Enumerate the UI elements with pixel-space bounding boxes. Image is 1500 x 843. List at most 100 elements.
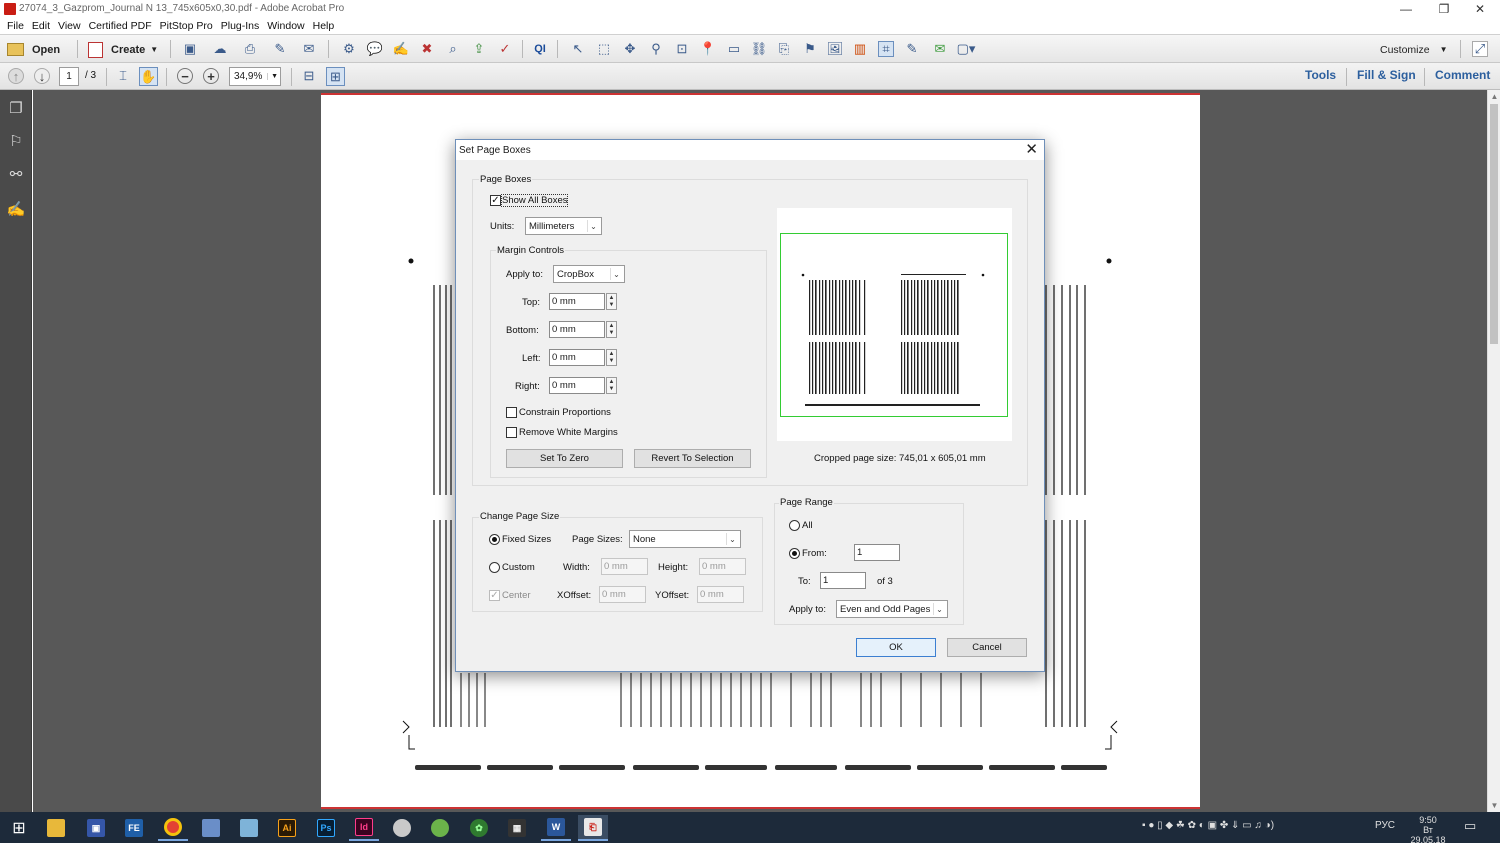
customize-button[interactable]: Customize ▼	[1380, 40, 1448, 59]
email-icon[interactable]: ✉	[301, 41, 317, 57]
comment-pane-link[interactable]: Comment	[1435, 68, 1490, 82]
set-to-zero-button[interactable]: Set To Zero	[506, 449, 623, 468]
book-app-icon[interactable]	[234, 815, 264, 841]
file-explorer-icon[interactable]	[41, 815, 71, 841]
from-radio[interactable]	[789, 548, 800, 559]
language-indicator[interactable]: РУС	[1375, 820, 1395, 831]
show-all-boxes-label[interactable]: Show All Boxes	[500, 194, 569, 207]
scroll-down-icon[interactable]: ▼	[1488, 799, 1500, 812]
indesign-icon[interactable]: Id	[349, 815, 379, 841]
tray-icons[interactable]: ▪ ● ▯ ◆ ☘ ✿ ◐ ▣ ✤ ⇓ ▭ ♫ ◑)	[1142, 820, 1274, 831]
left-margin-spinner[interactable]: ▲ ▼	[606, 349, 617, 366]
certify-icon[interactable]: ✓	[497, 41, 513, 57]
menu-certified-pdf[interactable]: Certified PDF	[85, 20, 156, 32]
select-tool-icon[interactable]: ⌶	[115, 68, 131, 84]
fill-sign-pane-link[interactable]: Fill & Sign	[1357, 68, 1416, 82]
menu-view[interactable]: View	[54, 20, 85, 32]
scrollbar-thumb[interactable]	[1490, 104, 1498, 344]
from-label[interactable]: From:	[802, 548, 827, 559]
move-icon[interactable]: ✥	[622, 41, 638, 57]
zoom-out-icon[interactable]: −	[177, 68, 193, 84]
gear-icon[interactable]: ⚙	[341, 41, 357, 57]
color-bars-icon[interactable]: ▥	[852, 41, 868, 57]
signatures-icon[interactable]: ✍	[7, 200, 26, 218]
bottom-margin-input[interactable]: 0 mm	[549, 321, 605, 338]
marquee-icon[interactable]: ⬚	[596, 41, 612, 57]
page-number-input[interactable]: 1	[59, 67, 79, 86]
select-arrow-icon[interactable]: ↖	[570, 41, 586, 57]
previous-page-icon[interactable]: ↑	[8, 68, 24, 84]
top-margin-input[interactable]: 0 mm	[549, 293, 605, 310]
word-icon[interactable]: W	[541, 815, 571, 841]
green-app-icon[interactable]	[425, 815, 455, 841]
comment-icon[interactable]: 💬	[367, 41, 383, 57]
fixed-sizes-radio[interactable]	[489, 534, 500, 545]
crop-pages-icon[interactable]: ⌗	[878, 41, 894, 57]
custom-label[interactable]: Custom	[502, 562, 535, 573]
save-icon[interactable]: ▣	[182, 41, 198, 57]
scroll-up-icon[interactable]: ▲	[1488, 90, 1500, 103]
quite-imposing-icon[interactable]: QI	[532, 41, 548, 57]
to-page-input[interactable]: 1	[820, 572, 866, 589]
menu-plug-ins[interactable]: Plug-Ins	[217, 20, 264, 32]
mascot-app-icon[interactable]	[387, 815, 417, 841]
remove-icon[interactable]: ✖	[419, 41, 435, 57]
close-window-button[interactable]: ✕	[1460, 0, 1500, 17]
width-input[interactable]: 0 mm	[601, 558, 648, 575]
scroll-mode-icon[interactable]: ⊞	[326, 67, 345, 86]
link-icon[interactable]: ⛓	[751, 41, 768, 57]
chrome-icon[interactable]	[158, 815, 188, 841]
bookmarks-icon[interactable]: ⚐	[7, 132, 25, 150]
print-icon[interactable]: ⎙	[242, 41, 258, 57]
minimize-button[interactable]: —	[1386, 0, 1426, 17]
range-apply-to-select[interactable]: Even and Odd Pages ⌄	[836, 600, 948, 618]
dropdown-tool-icon[interactable]: ▢▾	[957, 41, 976, 57]
from-page-input[interactable]: 1	[854, 544, 900, 561]
custom-radio[interactable]	[489, 562, 500, 573]
cancel-button[interactable]: Cancel	[947, 638, 1027, 657]
next-page-icon[interactable]: ↓	[34, 68, 50, 84]
icq-icon[interactable]: ✿	[464, 815, 494, 841]
clock[interactable]: 9:50 Вт 29.05.18	[1405, 815, 1451, 843]
zoom-in-icon[interactable]: +	[203, 68, 219, 84]
object-tool-icon[interactable]: ⚲	[648, 41, 664, 57]
zoom-level-select[interactable]: 34,9% ▼	[229, 67, 281, 86]
fit-page-icon[interactable]: ⊟	[301, 68, 317, 84]
bottom-margin-spinner[interactable]: ▲ ▼	[606, 321, 617, 338]
center-checkbox[interactable]: ✓	[489, 590, 500, 601]
image-icon[interactable]: 🖼	[827, 41, 844, 57]
save-app-icon[interactable]: ▣	[81, 815, 111, 841]
photoshop-icon[interactable]: Ps	[311, 815, 341, 841]
create-button[interactable]: Create ▼	[88, 40, 158, 59]
zoom-box-icon[interactable]: ⊡	[674, 41, 690, 57]
inspect-icon[interactable]: ⌕	[445, 41, 461, 57]
pin-icon[interactable]: 📍	[700, 41, 716, 57]
height-input[interactable]: 0 mm	[699, 558, 746, 575]
sticky-note-icon[interactable]: ✍	[393, 41, 409, 57]
ruler-icon[interactable]: ▭	[726, 41, 742, 57]
page-tool-icon[interactable]: ⎘	[776, 41, 792, 57]
top-margin-spinner[interactable]: ▲ ▼	[606, 293, 617, 310]
menu-window[interactable]: Window	[263, 20, 308, 32]
right-margin-spinner[interactable]: ▲ ▼	[606, 377, 617, 394]
restore-button[interactable]: ❐	[1424, 0, 1464, 17]
notes-app-icon[interactable]	[196, 815, 226, 841]
page-thumbnails-icon[interactable]: ❐	[7, 99, 25, 117]
expand-icon[interactable]: ⤢	[1472, 41, 1488, 57]
menu-pitstop-pro[interactable]: PitStop Pro	[156, 20, 217, 32]
constrain-proportions-checkbox[interactable]	[506, 407, 517, 418]
edit-icon[interactable]: ✎	[272, 41, 288, 57]
units-select[interactable]: Millimeters ⌄	[525, 217, 602, 235]
xoffset-input[interactable]: 0 mm	[599, 586, 646, 603]
left-margin-input[interactable]: 0 mm	[549, 349, 605, 366]
show-all-boxes-checkbox[interactable]: ✓	[490, 195, 501, 206]
close-icon[interactable]: ✕	[1025, 142, 1038, 158]
flag-icon[interactable]: ⚑	[802, 41, 818, 57]
export-icon[interactable]: ⇪	[471, 41, 487, 57]
all-pages-label[interactable]: All	[802, 520, 813, 531]
revert-to-selection-button[interactable]: Revert To Selection	[634, 449, 751, 468]
vertical-scrollbar[interactable]: ▲ ▼	[1487, 90, 1500, 812]
fe-app-icon[interactable]: FE	[119, 815, 149, 841]
ok-button[interactable]: OK	[856, 638, 936, 657]
note-edit-icon[interactable]: ✎	[904, 41, 920, 57]
